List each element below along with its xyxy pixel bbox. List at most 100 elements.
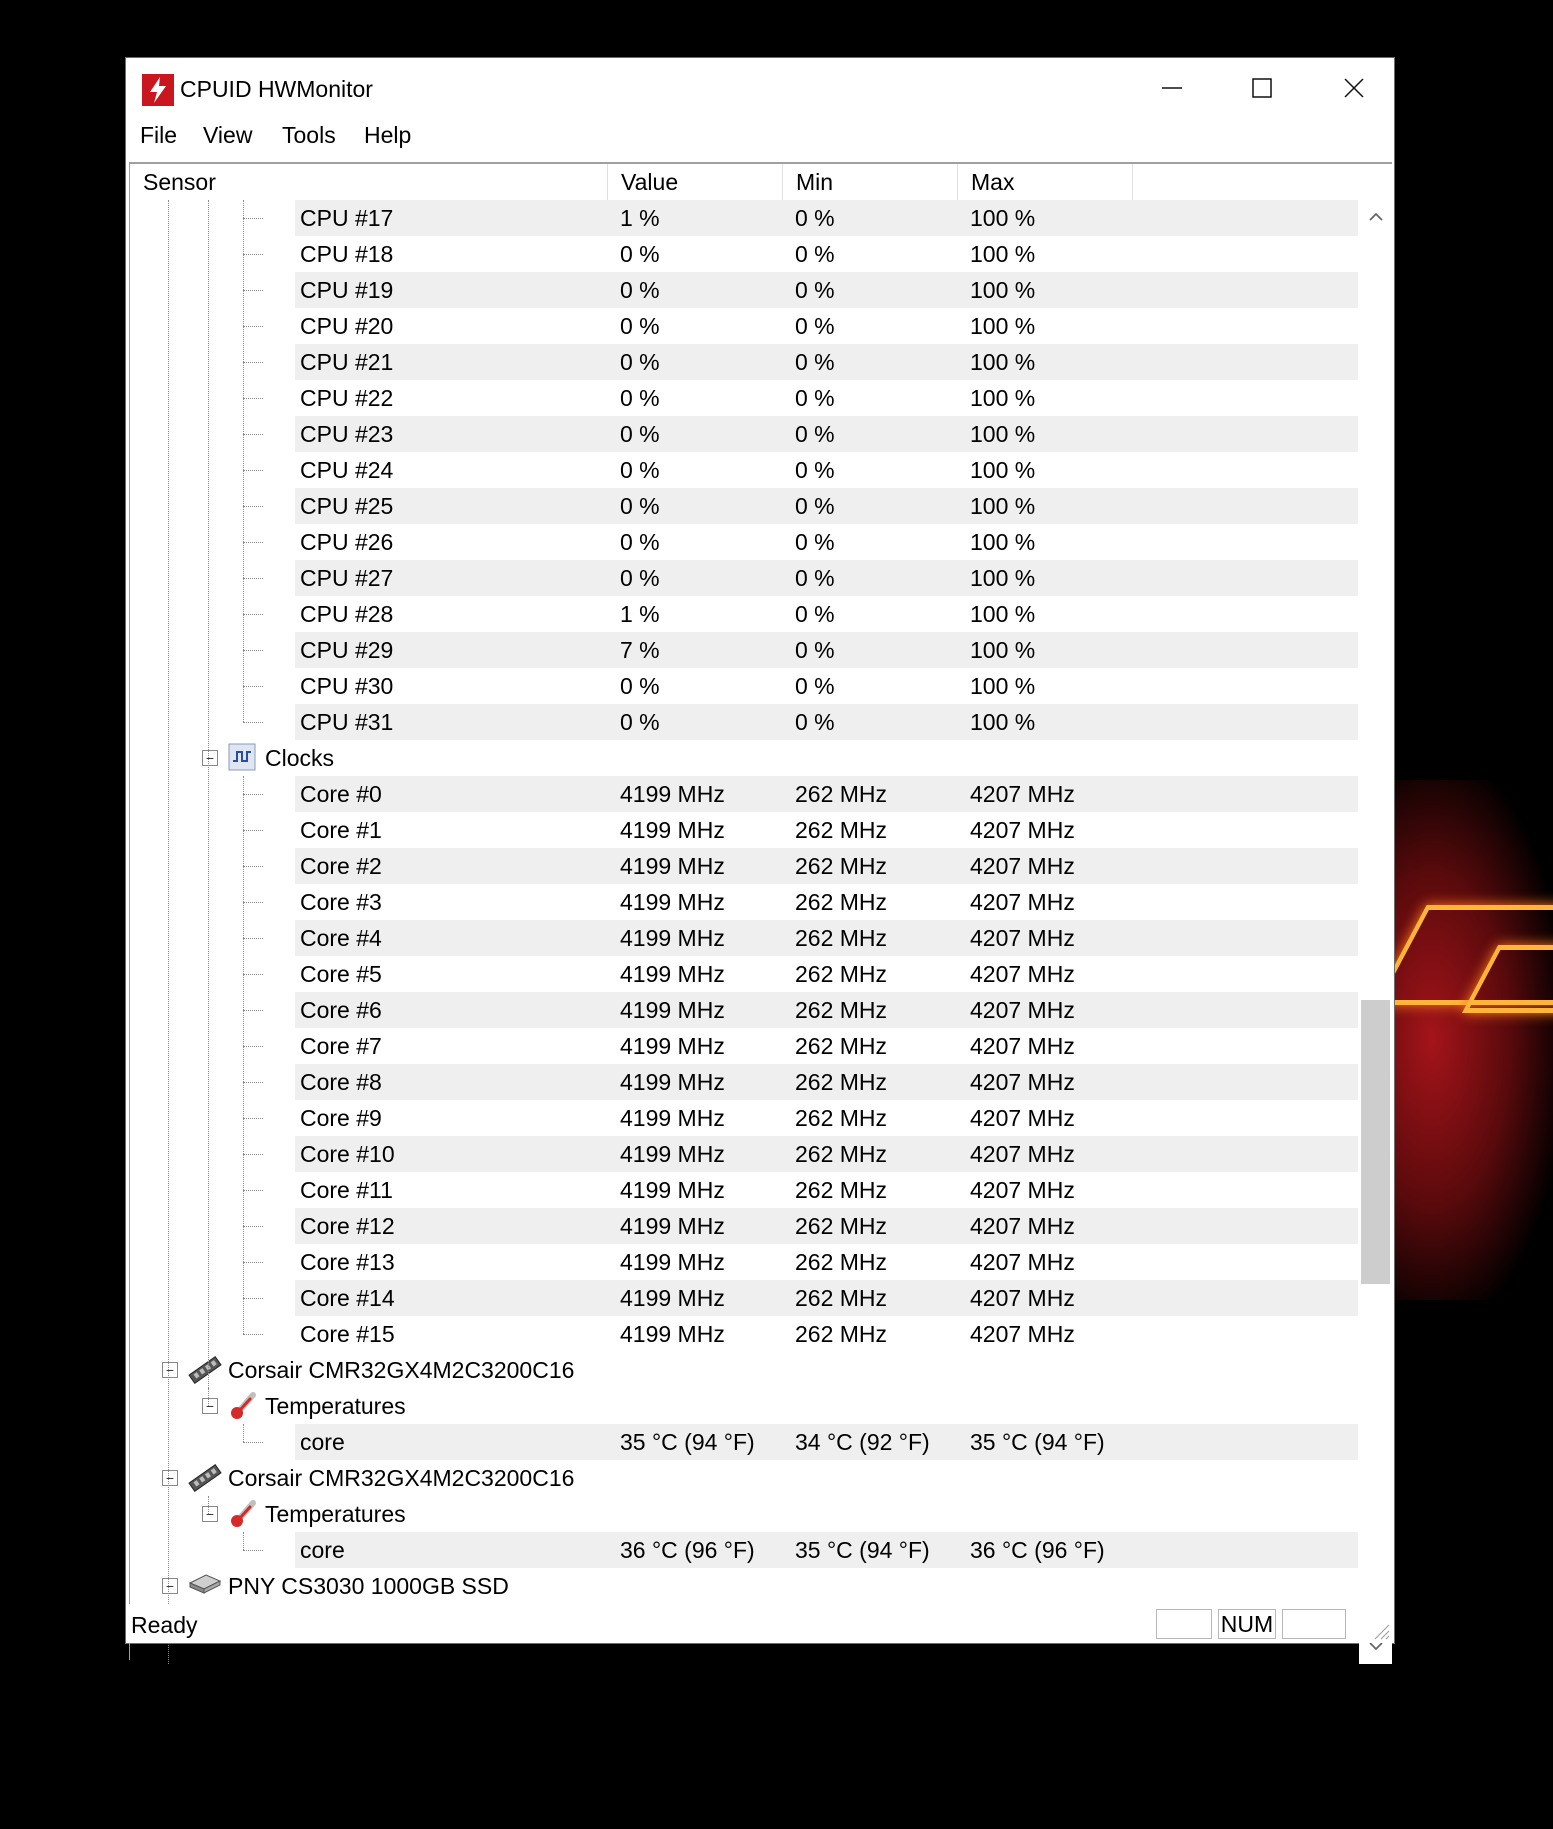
tree-connector [243,506,263,507]
tree-connector [243,1334,263,1335]
collapse-toggle[interactable]: − [162,1470,178,1486]
sensor-row[interactable]: Core #4 4199 MHz 262 MHz 4207 MHz [130,920,1358,956]
device-row[interactable]: − Corsair CMR32GX4M2C3200C16 [130,1460,1358,1496]
sensor-row[interactable]: Core #15 4199 MHz 262 MHz 4207 MHz [130,1316,1358,1352]
sensor-row[interactable]: Core #14 4199 MHz 262 MHz 4207 MHz [130,1280,1358,1316]
sensor-row[interactable]: Core #11 4199 MHz 262 MHz 4207 MHz [130,1172,1358,1208]
sensor-max: 4207 MHz [970,961,1075,987]
sensor-row[interactable]: Core #1 4199 MHz 262 MHz 4207 MHz [130,812,1358,848]
sensor-group-row[interactable]: − Clocks [130,740,1358,776]
scroll-up-button[interactable] [1359,200,1392,233]
sensor-tree-list[interactable]: Sensor Value Min Max CPU #17 1 % 0 % 100 % C… [129,162,1392,1664]
sensor-row[interactable]: CPU #29 7 % 0 % 100 % [130,632,1358,668]
sensor-label: CPU #23 [300,421,394,447]
sensor-max: 4207 MHz [970,1105,1075,1131]
sensor-row[interactable]: Core #12 4199 MHz 262 MHz 4207 MHz [130,1208,1358,1244]
sensor-row[interactable]: Core #5 4199 MHz 262 MHz 4207 MHz [130,956,1358,992]
close-button[interactable] [1308,58,1400,118]
resize-grip-icon[interactable] [1372,1622,1390,1640]
column-header-max[interactable]: Max [958,164,1133,200]
title-bar[interactable]: CPUID HWMonitor [126,58,1394,118]
sensor-row[interactable]: Core #9 4199 MHz 262 MHz 4207 MHz [130,1100,1358,1136]
drive-icon [188,1571,222,1602]
close-icon [1344,78,1364,98]
sensor-value: 4199 MHz [620,1033,725,1059]
sensor-row[interactable]: CPU #19 0 % 0 % 100 % [130,272,1358,308]
sensor-row[interactable]: CPU #26 0 % 0 % 100 % [130,524,1358,560]
sensor-label: CPU #24 [300,457,394,483]
tree-connector [208,1496,209,1514]
sensor-row[interactable]: core 35 °C (94 °F) 34 °C (92 °F) 35 °C (94 … [130,1424,1358,1460]
tree-connector [243,1010,263,1011]
sensor-value: 4199 MHz [620,1069,725,1095]
sensor-row[interactable]: Core #7 4199 MHz 262 MHz 4207 MHz [130,1028,1358,1064]
column-header-value[interactable]: Value [608,164,783,200]
sensor-row[interactable]: CPU #25 0 % 0 % 100 % [130,488,1358,524]
maximize-button[interactable] [1216,58,1308,118]
sensor-row[interactable]: CPU #22 0 % 0 % 100 % [130,380,1358,416]
status-text: Ready [131,1612,198,1638]
sensor-max: 100 % [970,349,1036,375]
status-pane-empty [1156,1609,1212,1639]
collapse-toggle[interactable]: − [162,1362,178,1378]
device-row[interactable]: − PNY CS3030 1000GB SSD [130,1568,1358,1604]
sensor-min: 0 % [795,205,835,231]
sensor-min: 262 MHz [795,889,888,915]
sensor-value: 0 % [620,529,660,555]
sensor-value: 0 % [620,493,660,519]
tree-connector [243,1424,244,1442]
sensor-label: CPU #20 [300,313,394,339]
sensor-row[interactable]: CPU #18 0 % 0 % 100 % [130,236,1358,272]
sensor-row[interactable]: Core #10 4199 MHz 262 MHz 4207 MHz [130,1136,1358,1172]
sensor-row[interactable]: Core #3 4199 MHz 262 MHz 4207 MHz [130,884,1358,920]
sensor-max: 100 % [970,241,1036,267]
device-row[interactable]: − Corsair CMR32GX4M2C3200C16 [130,1352,1358,1388]
sensor-row[interactable]: CPU #24 0 % 0 % 100 % [130,452,1358,488]
menu-file[interactable]: File [140,122,177,149]
sensor-label: CPU #27 [300,565,394,591]
minimize-button[interactable] [1126,58,1218,118]
sensor-min: 262 MHz [795,1069,888,1095]
sensor-label: Core #12 [300,1213,395,1239]
sensor-row[interactable]: CPU #20 0 % 0 % 100 % [130,308,1358,344]
sensor-group-row[interactable]: − Temperatures [130,1496,1358,1532]
sensor-label: CPU #25 [300,493,394,519]
sensor-row[interactable]: CPU #27 0 % 0 % 100 % [130,560,1358,596]
sensor-label: Core #10 [300,1141,395,1167]
sensor-row[interactable]: CPU #30 0 % 0 % 100 % [130,668,1358,704]
sensor-row[interactable]: core 36 °C (96 °F) 35 °C (94 °F) 36 °C (96 … [130,1532,1358,1568]
hwmonitor-window: CPUID HWMonitor File View Tools Help Sen… [126,58,1394,1664]
sensor-row[interactable]: Core #6 4199 MHz 262 MHz 4207 MHz [130,992,1358,1028]
sensor-max: 4207 MHz [970,781,1075,807]
collapse-toggle[interactable]: − [202,750,218,766]
sensor-row[interactable]: CPU #17 1 % 0 % 100 % [130,200,1358,236]
collapse-toggle[interactable]: − [202,1506,218,1522]
scrollbar-thumb[interactable] [1361,1000,1390,1284]
sensor-max: 4207 MHz [970,817,1075,843]
tree-connector [243,470,263,471]
sensor-row[interactable]: CPU #21 0 % 0 % 100 % [130,344,1358,380]
sensor-row[interactable]: Core #0 4199 MHz 262 MHz 4207 MHz [130,776,1358,812]
sensor-group-row[interactable]: − Temperatures [130,1388,1358,1424]
sensor-row[interactable]: Core #13 4199 MHz 262 MHz 4207 MHz [130,1244,1358,1280]
sensor-label: Core #9 [300,1105,382,1131]
menu-help[interactable]: Help [364,122,411,149]
sensor-row[interactable]: Core #2 4199 MHz 262 MHz 4207 MHz [130,848,1358,884]
sensor-row[interactable]: Core #8 4199 MHz 262 MHz 4207 MHz [130,1064,1358,1100]
collapse-toggle[interactable]: − [202,1398,218,1414]
sensor-label: Core #0 [300,781,382,807]
sensor-min: 0 % [795,241,835,267]
sensor-max: 100 % [970,529,1036,555]
sensor-row[interactable]: CPU #28 1 % 0 % 100 % [130,596,1358,632]
sensor-value: 4199 MHz [620,1105,725,1131]
sensor-row[interactable]: CPU #31 0 % 0 % 100 % [130,704,1358,740]
sensor-label: Core #7 [300,1033,382,1059]
menu-tools[interactable]: Tools [282,122,336,149]
collapse-toggle[interactable]: − [162,1578,178,1594]
tree-connector [243,776,244,1334]
column-header-min[interactable]: Min [783,164,958,200]
vertical-scrollbar[interactable] [1359,200,1392,1664]
column-header-sensor[interactable]: Sensor [130,164,608,200]
menu-view[interactable]: View [203,122,252,149]
sensor-row[interactable]: CPU #23 0 % 0 % 100 % [130,416,1358,452]
